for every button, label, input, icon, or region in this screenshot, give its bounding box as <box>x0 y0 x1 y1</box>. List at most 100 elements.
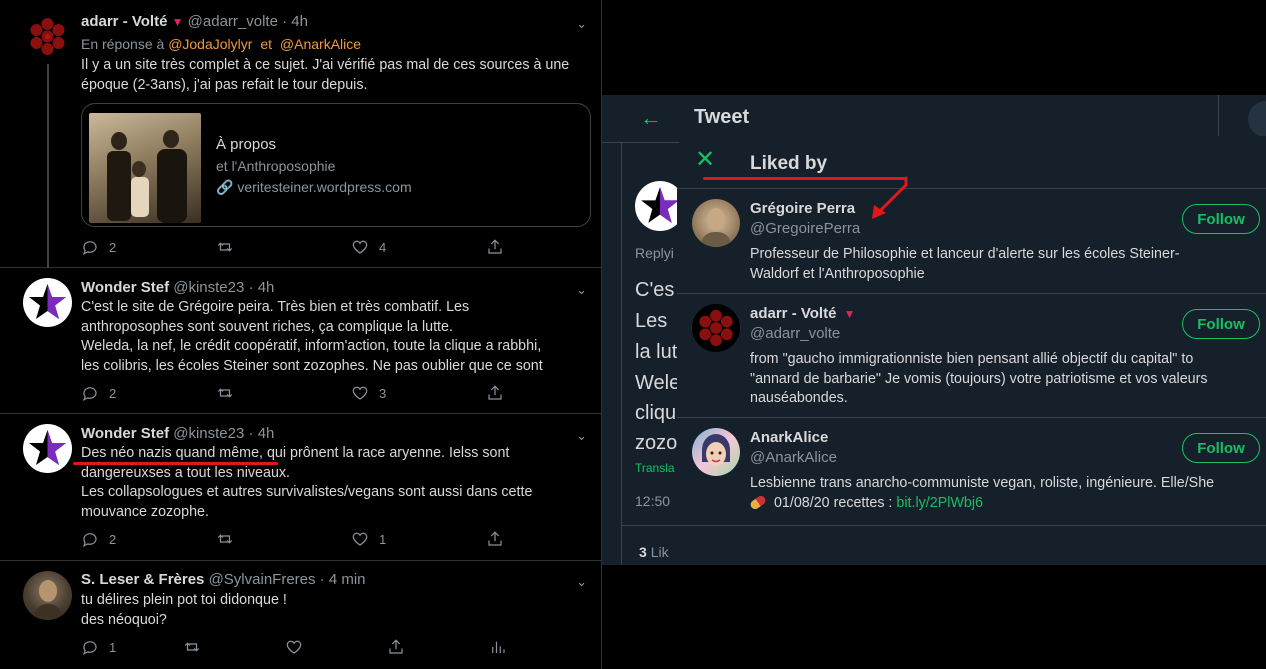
retweet-button[interactable] <box>216 238 244 256</box>
avatar-adarr[interactable] <box>23 12 72 61</box>
like-button[interactable] <box>285 638 313 656</box>
modal-header: ✕ Liked by <box>677 136 1266 189</box>
timeline-feed: adarr - Volté ▼ @adarr_volte · 4h ⌄ En r… <box>0 0 602 669</box>
tweet-actions: 2 1 <box>81 530 511 550</box>
user-row[interactable]: AnarkAlice @AnarkAlice Follow Lesbienne … <box>677 418 1266 523</box>
thread-line <box>47 64 49 268</box>
retweet-icon <box>217 534 233 544</box>
heart-icon <box>286 640 302 654</box>
tweet-timestamp[interactable]: 12:50 <box>635 493 670 509</box>
tweet-actions: 2 3 <box>81 384 511 404</box>
reply-button[interactable]: 2 <box>81 530 116 548</box>
user-bio: from "gaucho immigrationniste bien pensa… <box>750 351 1208 406</box>
person-photo-icon <box>700 208 732 247</box>
bio-link[interactable]: bit.ly/2PlWbj6 <box>896 495 983 511</box>
avatar-anarkalice[interactable] <box>692 428 740 476</box>
reply-icon <box>82 387 97 401</box>
link-icon: 🔗 <box>216 179 234 195</box>
avatar-wonder-stef[interactable] <box>23 424 72 473</box>
tweet-3[interactable]: Wonder Stef @kinste23 · 4h ⌄ Des néo naz… <box>0 414 601 561</box>
person-photo-icon <box>33 580 63 620</box>
follow-button[interactable]: Follow <box>1182 309 1260 339</box>
annotation-arrow <box>872 176 908 219</box>
heart-icon <box>352 240 368 254</box>
tweet-4[interactable]: S. Leser & Frères @SylvainFreres · 4 min… <box>0 561 601 669</box>
user-name[interactable]: adarr - Volté ▼ <box>750 305 855 322</box>
chevron-down-icon[interactable]: ⌄ <box>576 574 587 590</box>
follow-button[interactable]: Follow <box>1182 204 1260 234</box>
author-name[interactable]: Wonder Stef <box>81 425 169 442</box>
share-button[interactable] <box>486 238 504 256</box>
retweet-button[interactable] <box>216 530 244 548</box>
retweet-button[interactable] <box>183 638 211 656</box>
share-icon <box>488 385 502 400</box>
tweet-snippet: cliqu <box>635 402 677 424</box>
link-card[interactable]: À propos et l'Anthroposophie 🔗 veriteste… <box>81 103 591 227</box>
mention-link[interactable]: @JodaJolylyr <box>168 36 252 52</box>
analytics-button[interactable] <box>489 638 507 656</box>
avatar-adarr[interactable] <box>692 304 740 352</box>
tweet-text: Des néo nazis quand même, qui prônent la… <box>81 445 533 520</box>
heart-icon <box>352 386 368 400</box>
chevron-down-icon[interactable]: ⌄ <box>576 282 587 298</box>
avatar-sleser[interactable] <box>23 571 72 620</box>
replying-label: Replyi <box>635 245 674 261</box>
tweet-snippet: Wele <box>635 372 681 394</box>
tweet-time[interactable]: 4 min <box>329 571 366 588</box>
tweet-text: C'est le site de Grégoire peira. Très bi… <box>81 299 543 374</box>
avatar-gregoire[interactable] <box>692 199 740 247</box>
user-bio: Lesbienne trans anarcho-communiste vegan… <box>748 475 1215 511</box>
author-handle[interactable]: @adarr_volte <box>188 13 278 30</box>
retweet-icon <box>217 242 233 252</box>
tweet-time[interactable]: 4h <box>291 13 308 30</box>
like-button[interactable]: 4 <box>351 238 386 256</box>
chevron-down-icon[interactable]: ⌄ <box>576 16 587 32</box>
back-arrow-icon[interactable]: ← <box>640 105 662 131</box>
user-row[interactable]: adarr - Volté ▼ @adarr_volte Follow from… <box>677 294 1266 418</box>
author-name[interactable]: S. Leser & Frères <box>81 571 204 588</box>
share-button[interactable] <box>387 638 405 656</box>
modal-title: Liked by <box>750 153 828 174</box>
tweet-time[interactable]: 4h <box>258 425 275 442</box>
follow-button[interactable]: Follow <box>1182 433 1260 463</box>
translate-link[interactable]: Transla <box>635 461 675 475</box>
avatar-wonder-stef[interactable] <box>23 278 72 327</box>
author-handle[interactable]: @kinste23 <box>173 279 244 296</box>
flower-logo-icon <box>699 309 733 347</box>
mention-link[interactable]: @AnarkAlice <box>280 36 361 52</box>
share-button[interactable] <box>486 530 504 548</box>
flower-logo-icon <box>30 18 65 55</box>
card-url: 🔗 veritesteiner.wordpress.com <box>216 179 412 195</box>
reply-button[interactable]: 1 <box>81 638 116 656</box>
user-row[interactable]: Grégoire Perra @GregoirePerra Follow Pro… <box>677 189 1266 294</box>
reply-button[interactable]: 2 <box>81 384 116 402</box>
reply-icon <box>82 533 97 547</box>
divider <box>621 143 622 565</box>
author-name[interactable]: Wonder Stef <box>81 279 169 296</box>
close-icon[interactable]: ✕ <box>695 148 715 172</box>
annotation-underline <box>73 462 278 465</box>
tweet-time[interactable]: 4h <box>258 279 275 296</box>
tweet-1[interactable]: adarr - Volté ▼ @adarr_volte · 4h ⌄ En r… <box>0 0 601 268</box>
user-name[interactable]: AnarkAlice <box>750 429 828 446</box>
user-handle[interactable]: @GregoirePerra <box>750 220 860 237</box>
reply-icon <box>82 241 97 255</box>
author-handle[interactable]: @SylvainFreres <box>209 571 316 588</box>
author-handle[interactable]: @kinste23 <box>173 425 244 442</box>
tweet-2[interactable]: Wonder Stef @kinste23 · 4h ⌄ C'est le si… <box>0 268 601 414</box>
retweet-button[interactable] <box>216 384 244 402</box>
author-name[interactable]: adarr - Volté <box>81 13 167 30</box>
user-handle[interactable]: @adarr_volte <box>750 325 840 342</box>
share-button[interactable] <box>486 384 504 402</box>
user-name[interactable]: Grégoire Perra <box>750 200 855 217</box>
search-icon[interactable] <box>1248 101 1266 137</box>
likes-count[interactable]: 3 Lik <box>639 544 669 560</box>
chevron-down-icon[interactable]: ⌄ <box>576 428 587 444</box>
reply-icon <box>82 641 97 655</box>
like-button[interactable]: 3 <box>351 384 386 402</box>
heart-icon <box>352 532 368 546</box>
like-button[interactable]: 1 <box>351 530 386 548</box>
reply-button[interactable]: 2 <box>81 238 116 256</box>
tweet-header: Wonder Stef @kinste23 · 4h <box>81 425 275 442</box>
user-handle[interactable]: @AnarkAlice <box>750 449 837 466</box>
